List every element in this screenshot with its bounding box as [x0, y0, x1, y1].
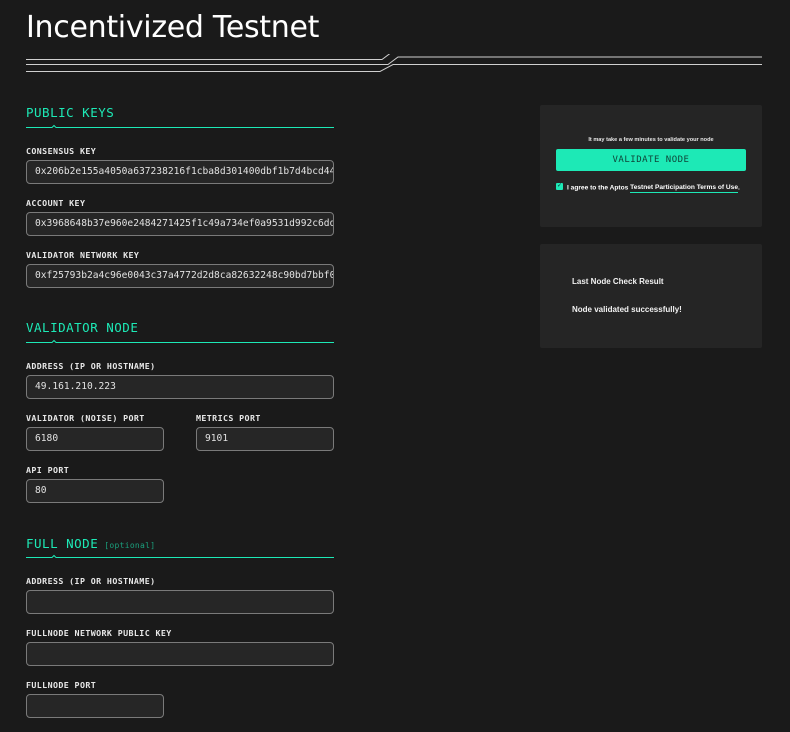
public-keys-heading: PUBLIC KEYS	[26, 105, 115, 120]
terms-link[interactable]: Testnet Participation Terms of Use	[630, 184, 738, 194]
account-key-input[interactable]: 0x3968648b37e960e2484271425f1c49a734ef0a…	[26, 212, 334, 236]
fullnode-address-label: ADDRESS (IP OR HOSTNAME)	[26, 576, 156, 586]
metrics-port-input[interactable]: 9101	[196, 427, 334, 451]
fullnode-port-input[interactable]	[26, 694, 164, 718]
noise-port-input[interactable]: 6180	[26, 427, 164, 451]
result-panel: Last Node Check Result Node validated su…	[540, 244, 762, 348]
section-divider	[26, 554, 334, 558]
fullnode-address-input[interactable]	[26, 590, 334, 614]
api-port-input[interactable]: 80	[26, 479, 164, 503]
api-port-label: API PORT	[26, 465, 70, 475]
validate-hint: It may take a few minutes to validate yo…	[588, 137, 714, 143]
section-divider	[26, 339, 334, 343]
fullnode-network-key-input[interactable]	[26, 642, 334, 666]
validate-node-button[interactable]: VALIDATE NODE	[556, 149, 746, 171]
metrics-port-label: METRICS PORT	[196, 413, 261, 423]
consensus-key-input[interactable]: 0x206b2e155a4050a637238216f1cba8d301400d…	[26, 160, 334, 184]
optional-tag: [optional]	[104, 541, 156, 550]
result-title: Last Node Check Result	[572, 277, 664, 286]
validator-network-key-input[interactable]: 0xf25793b2a4c96e0043c37a4772d2d8ca826322…	[26, 264, 334, 288]
full-node-heading-text: FULL NODE	[26, 536, 99, 551]
validator-address-input[interactable]: 49.161.210.223	[26, 375, 334, 399]
page-title: Incentivized Testnet	[26, 10, 320, 45]
title-divider	[26, 54, 762, 72]
agree-row: ✓ I agree to the Aptos Testnet Participat…	[556, 183, 740, 194]
account-key-label: ACCOUNT KEY	[26, 198, 86, 208]
noise-port-label: VALIDATOR (NOISE) PORT	[26, 413, 145, 423]
fullnode-port-label: FULLNODE PORT	[26, 680, 97, 690]
agree-checkbox[interactable]: ✓	[556, 183, 563, 190]
consensus-key-label: CONSENSUS KEY	[26, 146, 97, 156]
validator-node-heading: VALIDATOR NODE	[26, 320, 139, 335]
validator-network-key-label: VALIDATOR NETWORK KEY	[26, 250, 140, 260]
fullnode-network-key-label: FULLNODE NETWORK PUBLIC KEY	[26, 628, 172, 638]
agree-suffix: .	[738, 184, 740, 192]
agree-prefix: I agree to the Aptos	[567, 184, 629, 192]
validator-address-label: ADDRESS (IP OR HOSTNAME)	[26, 361, 156, 371]
result-message: Node validated successfully!	[572, 305, 682, 314]
section-divider	[26, 124, 334, 128]
full-node-heading: FULL NODE [optional]	[26, 536, 334, 551]
validate-panel: It may take a few minutes to validate yo…	[540, 105, 762, 227]
